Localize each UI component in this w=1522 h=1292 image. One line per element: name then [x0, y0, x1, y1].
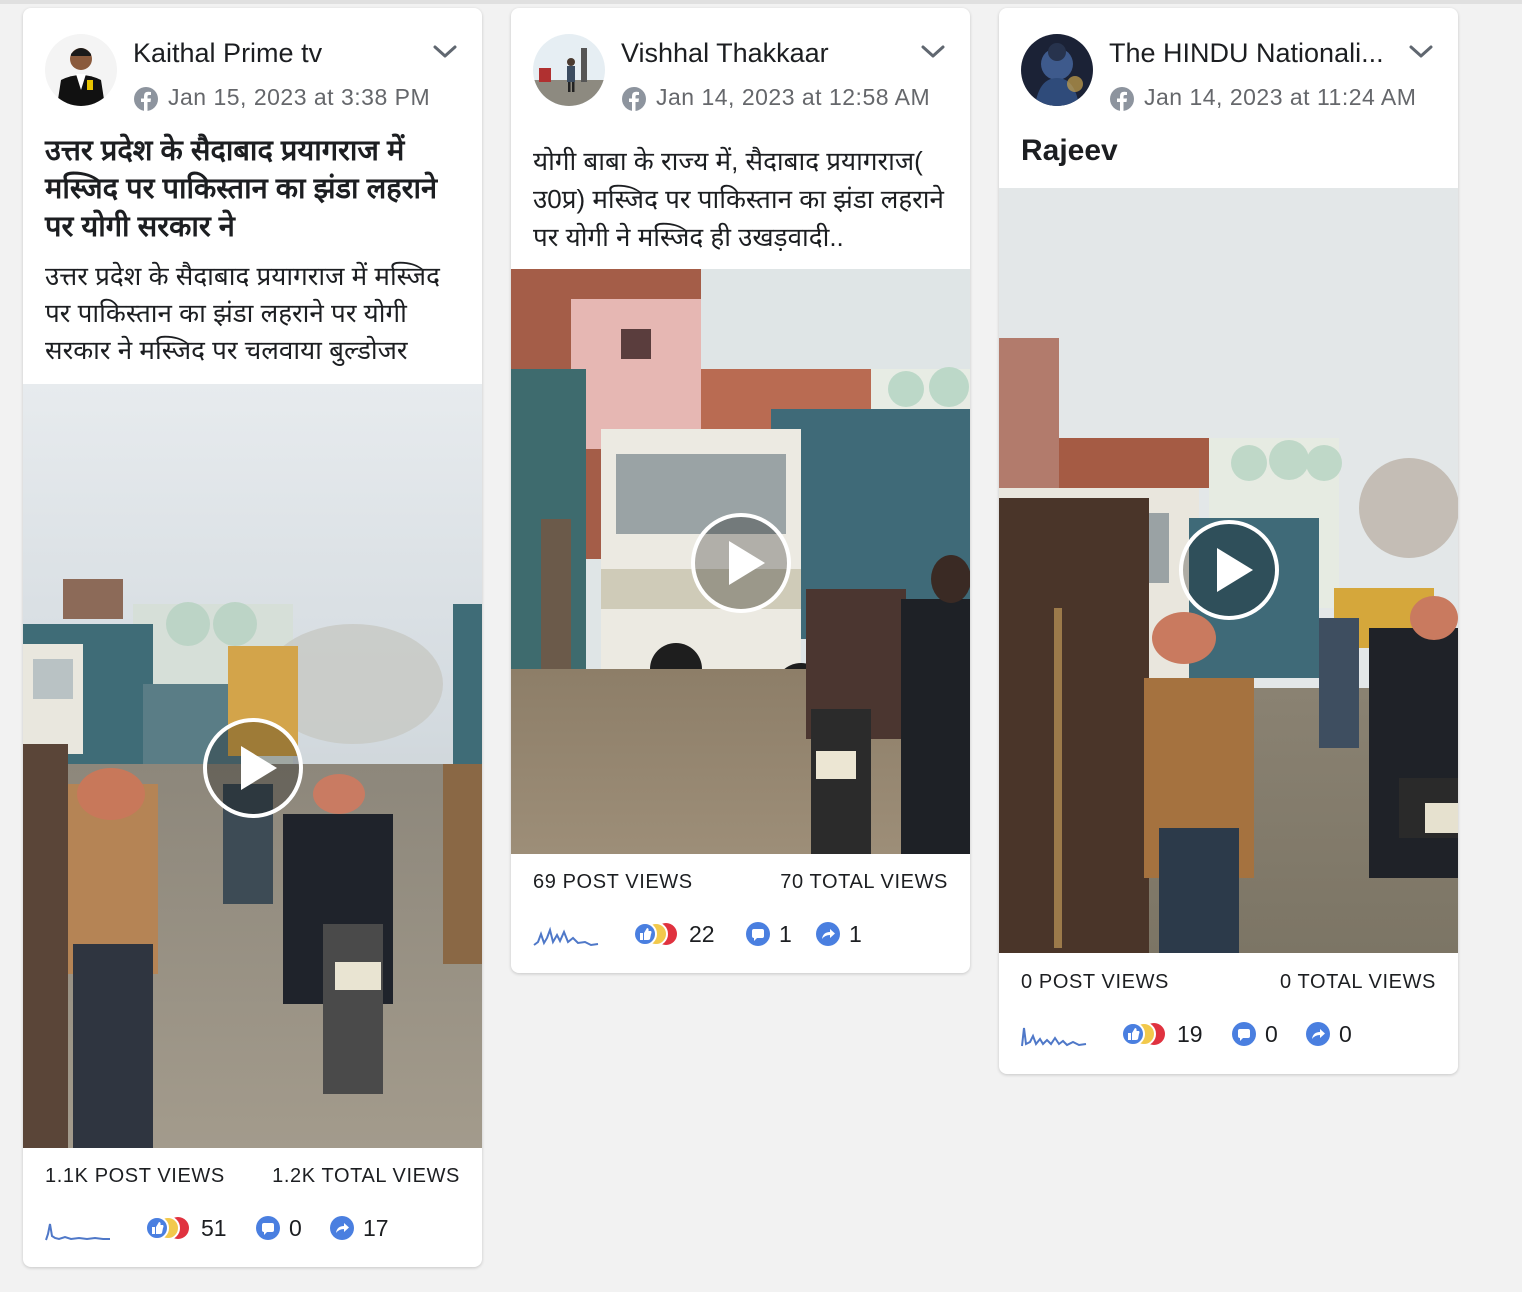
comments-count[interactable]: 0: [255, 1208, 302, 1248]
comments-value: 0: [1265, 1020, 1278, 1047]
reactions-value: 22: [689, 920, 715, 947]
shares-value: 1: [849, 920, 862, 947]
engagement-row: 22 1 1: [533, 914, 948, 954]
post-views: 69 POST VIEWS: [533, 871, 693, 893]
video-thumbnail[interactable]: [999, 188, 1458, 953]
chevron-down-icon[interactable]: [920, 42, 946, 62]
post-title: उत्तर प्रदेश के सैदाबाद प्रयागराज में मस…: [45, 135, 438, 243]
post-header: Kaithal Prime tv Jan 15, 2023 at 3:38 PM: [23, 8, 482, 118]
sparkline-icon: [45, 1223, 110, 1241]
reactions-count[interactable]: 22: [633, 914, 715, 954]
total-views: 1.2K TOTAL VIEWS: [272, 1165, 460, 1187]
avatar[interactable]: [533, 34, 605, 106]
sparkline-icon: [1021, 1027, 1087, 1047]
shares-count[interactable]: 17: [329, 1208, 389, 1248]
shares-value: 0: [1339, 1020, 1352, 1047]
reactions-value: 19: [1177, 1020, 1203, 1047]
post-views: 1.1K POST VIEWS: [45, 1165, 225, 1187]
author-name[interactable]: Kaithal Prime tv: [133, 38, 322, 69]
comments-count[interactable]: 0: [1231, 1014, 1278, 1054]
reactions-count[interactable]: 19: [1121, 1014, 1203, 1054]
shares-value: 17: [363, 1214, 389, 1241]
like-haha-reaction-icon: [1121, 1022, 1165, 1046]
post-description: योगी बाबा के राज्य में, सैदाबाद प्रयागरा…: [533, 146, 944, 252]
total-views: 70 TOTAL VIEWS: [780, 871, 948, 893]
post-card[interactable]: Vishhal Thakkaar Jan 14, 2023 at 12:58 A…: [511, 8, 970, 973]
share-icon: [1306, 1022, 1330, 1046]
play-icon[interactable]: [203, 718, 303, 818]
shares-count[interactable]: 1: [815, 914, 862, 954]
comment-icon: [746, 922, 770, 946]
post-card[interactable]: The HINDU Nationali... Jan 14, 2023 at 1…: [999, 8, 1458, 1074]
play-icon[interactable]: [1179, 520, 1279, 620]
chevron-down-icon[interactable]: [432, 42, 458, 62]
comment-icon: [1232, 1022, 1256, 1046]
reactions-value: 51: [201, 1214, 227, 1241]
post-date[interactable]: Jan 14, 2023 at 12:58 AM: [656, 84, 930, 111]
video-thumbnail[interactable]: [23, 384, 482, 1148]
share-icon: [330, 1216, 354, 1240]
engagement-row: 51 0 17: [45, 1208, 460, 1248]
facebook-icon: [1110, 87, 1134, 112]
view-stats: 69 POST VIEWS 70 TOTAL VIEWS: [533, 871, 948, 897]
video-thumbnail[interactable]: [511, 269, 970, 854]
view-stats: 1.1K POST VIEWS 1.2K TOTAL VIEWS: [45, 1165, 460, 1191]
play-icon[interactable]: [691, 513, 791, 613]
post-header: Vishhal Thakkaar Jan 14, 2023 at 12:58 A…: [511, 8, 970, 118]
top-divider: [0, 0, 1522, 4]
engagement-row: 19 0 0: [1021, 1014, 1436, 1054]
post-title: Rajeev: [1021, 134, 1118, 167]
shares-count[interactable]: 0: [1305, 1014, 1352, 1054]
comment-icon: [256, 1216, 280, 1240]
author-name[interactable]: The HINDU Nationali...: [1109, 38, 1384, 69]
post-date[interactable]: Jan 14, 2023 at 11:24 AM: [1144, 84, 1416, 111]
comments-count[interactable]: 1: [745, 914, 792, 954]
sparkline-icon: [533, 926, 599, 947]
post-card[interactable]: Kaithal Prime tv Jan 15, 2023 at 3:38 PM…: [23, 8, 482, 1267]
like-haha-reaction-icon: [145, 1216, 189, 1240]
facebook-icon: [134, 87, 158, 112]
share-icon: [816, 922, 840, 946]
post-date[interactable]: Jan 15, 2023 at 3:38 PM: [168, 84, 430, 111]
author-name[interactable]: Vishhal Thakkaar: [621, 38, 829, 69]
reactions-count[interactable]: 51: [145, 1208, 227, 1248]
avatar[interactable]: [1021, 34, 1093, 106]
facebook-icon: [622, 87, 646, 112]
post-description: उत्तर प्रदेश के सैदाबाद प्रयागराज में मस…: [45, 261, 440, 365]
post-views: 0 POST VIEWS: [1021, 971, 1169, 993]
chevron-down-icon[interactable]: [1408, 42, 1434, 62]
comments-value: 1: [779, 920, 792, 947]
comments-value: 0: [289, 1214, 302, 1241]
total-views: 0 TOTAL VIEWS: [1280, 971, 1436, 993]
post-header: The HINDU Nationali... Jan 14, 2023 at 1…: [999, 8, 1458, 118]
view-stats: 0 POST VIEWS 0 TOTAL VIEWS: [1021, 971, 1436, 997]
like-haha-reaction-icon: [633, 922, 677, 946]
avatar[interactable]: [45, 34, 117, 106]
